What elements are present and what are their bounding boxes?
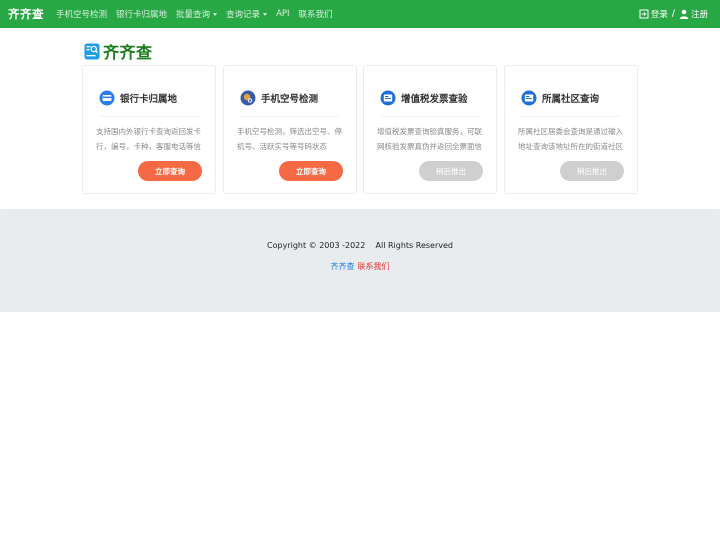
chevron-down-icon [263, 12, 268, 16]
card-bank-card: 银行卡归属地 支持国内外银行卡查询返回发卡行，编号，卡种，客服电话等信息 立即查… [82, 65, 216, 194]
login-link[interactable]: 登录 [639, 8, 668, 20]
service-cards: 银行卡归属地 支持国内外银行卡查询返回发卡行，编号，卡种，客服电话等信息 立即查… [82, 65, 638, 194]
nav-item-query-history[interactable]: 查询记录 [226, 8, 268, 20]
card-phone-check: 手机空号检测 手机空号检测，筛选出空号、停机号、活跃实号等号码状态 立即查询 [223, 65, 357, 194]
logo-search-icon [84, 43, 100, 59]
card-invoice-check: 增值税发票查验 增值税发票查询验真服务，可联网核验发票真伪并返回全票面信息 稍后… [363, 65, 497, 194]
card-title: 所属社区查询 [542, 94, 600, 105]
card-divider [99, 116, 199, 117]
register-link[interactable]: 注册 [679, 8, 708, 20]
nav-item-label: 联系我们 [298, 10, 333, 20]
query-now-button[interactable]: 立即查询 [138, 161, 202, 181]
page-footer: Copyright © 2003 -2022 All Rights Reserv… [0, 209, 720, 312]
logo-text: 齐齐查 [103, 43, 153, 62]
nav-item-label: 手机空号检测 [56, 10, 108, 20]
register-label: 注册 [690, 10, 708, 20]
nav-item-label: 批量查询 [176, 10, 211, 20]
query-now-button[interactable]: 立即查询 [279, 161, 343, 181]
footer-links: 齐齐查 联系我们 [0, 261, 720, 272]
card-divider [240, 116, 340, 117]
card-description: 所属社区居委会查询是通过输入地址查询该地址所在的街道社区 [518, 127, 623, 151]
footer-site-link[interactable]: 齐齐查 [331, 262, 355, 271]
copyright-text: Copyright © 2003 -2022 All Rights Reserv… [267, 241, 453, 250]
card-divider [521, 116, 621, 117]
coming-soon-button[interactable]: 稍后推出 [419, 161, 483, 181]
user-icon [679, 9, 689, 19]
card-divider [380, 116, 480, 117]
card-description: 增值税发票查询验真服务，可联网核验发票真伪并返回全票面信息 [377, 127, 482, 151]
top-navbar: 齐齐查 手机空号检测 银行卡归属地 批量查询 查询记录 API 联系我们 登录 … [0, 0, 720, 28]
nav-item-bank-card[interactable]: 银行卡归属地 [116, 8, 167, 20]
card-community-query: 所属社区查询 所属社区居委会查询是通过输入地址查询该地址所在的街道社区 稍后推出 [504, 65, 638, 194]
card-description: 支持国内外银行卡查询返回发卡行，编号，卡种，客服电话等信息 [96, 127, 201, 151]
login-icon [639, 9, 649, 19]
nav-item-label: 银行卡归属地 [116, 10, 168, 20]
card-title: 手机空号检测 [261, 94, 319, 105]
nav-item-phone-check[interactable]: 手机空号检测 [56, 8, 107, 20]
nav-item-contact[interactable]: 联系我们 [299, 8, 333, 20]
nav-menu: 手机空号检测 银行卡归属地 批量查询 查询记录 API 联系我们 [56, 8, 342, 20]
invoice-icon [380, 90, 396, 106]
chevron-down-icon [213, 12, 218, 16]
bank-card-icon [99, 90, 115, 106]
site-logo[interactable]: 齐齐查 [84, 39, 153, 63]
footer-contact-link[interactable]: 联系我们 [358, 262, 390, 271]
auth-links: 登录 / 注册 [639, 0, 708, 28]
nav-item-label: 查询记录 [226, 10, 261, 20]
nav-item-api[interactable]: API [276, 9, 289, 19]
login-label: 登录 [650, 10, 668, 20]
community-icon [521, 90, 537, 106]
nav-item-batch-query[interactable]: 批量查询 [176, 8, 218, 20]
card-title: 银行卡归属地 [120, 94, 178, 105]
navbar-brand[interactable]: 齐齐查 [8, 6, 44, 22]
coming-soon-button[interactable]: 稍后推出 [560, 161, 624, 181]
card-description: 手机空号检测，筛选出空号、停机号、活跃实号等号码状态 [237, 127, 342, 151]
phone-check-icon [240, 90, 256, 106]
nav-item-label: API [276, 9, 290, 19]
card-title: 增值税发票查验 [401, 94, 468, 105]
auth-separator: / [671, 9, 675, 19]
